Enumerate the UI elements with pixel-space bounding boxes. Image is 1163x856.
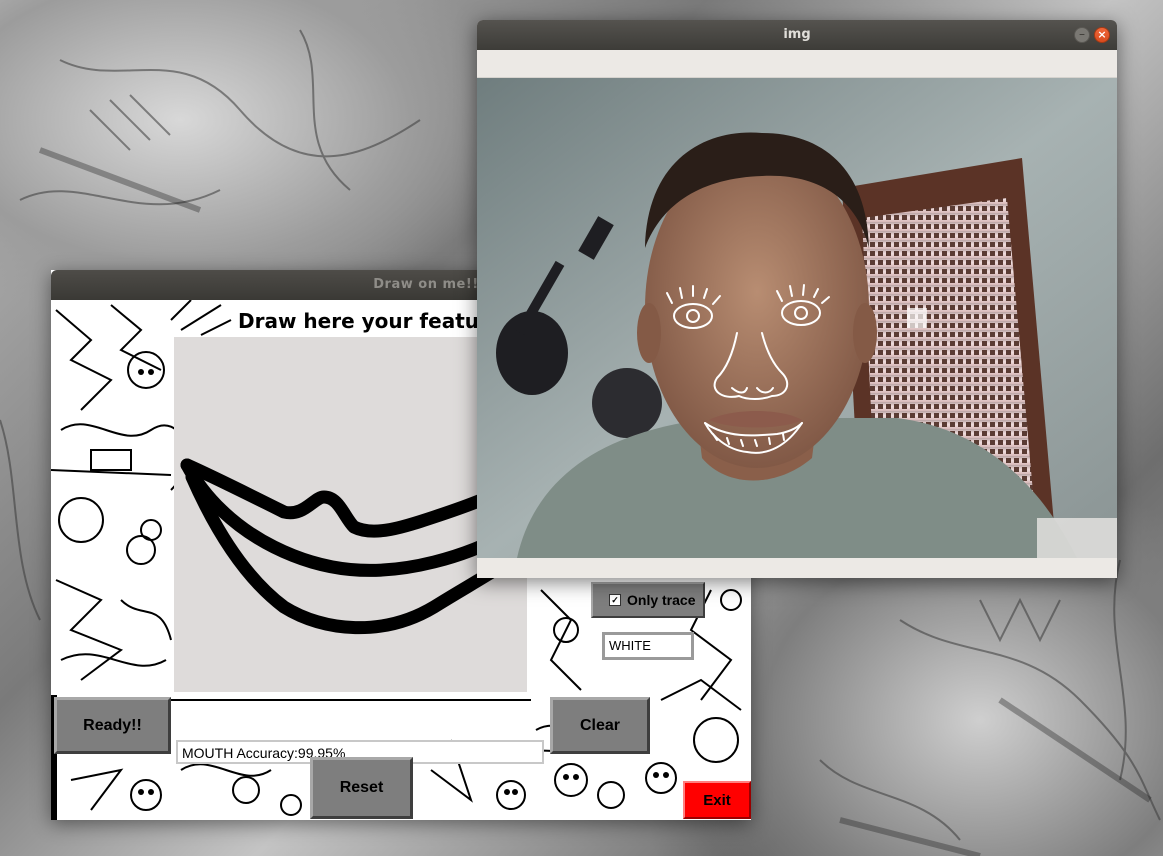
minimize-icon[interactable]: – <box>1074 27 1090 43</box>
only-trace-label: Only trace <box>627 592 696 608</box>
only-trace-checkbox[interactable]: ✓ Only trace <box>591 582 705 618</box>
camera-window-title: img <box>783 27 811 42</box>
camera-window-titlebar[interactable]: img – × <box>477 20 1117 50</box>
feature-heading: Draw here your feature! <box>234 306 516 336</box>
ready-button[interactable]: Ready!! <box>54 697 171 754</box>
drawn-mouth-stroke <box>180 458 527 635</box>
camera-feed <box>477 78 1117 558</box>
camera-window: img – × <box>477 20 1117 578</box>
color-input[interactable]: WHITE <box>602 632 694 660</box>
camera-window-toolbar <box>477 50 1117 78</box>
reset-button[interactable]: Reset <box>310 757 413 819</box>
camera-window-statusbar <box>477 558 1117 578</box>
clear-button[interactable]: Clear <box>550 697 650 754</box>
close-icon[interactable]: × <box>1094 27 1110 43</box>
checkbox-icon[interactable]: ✓ <box>609 594 621 606</box>
exit-button[interactable]: Exit <box>683 781 751 819</box>
camera-frame <box>477 78 1117 558</box>
drawing-canvas[interactable] <box>174 337 527 692</box>
